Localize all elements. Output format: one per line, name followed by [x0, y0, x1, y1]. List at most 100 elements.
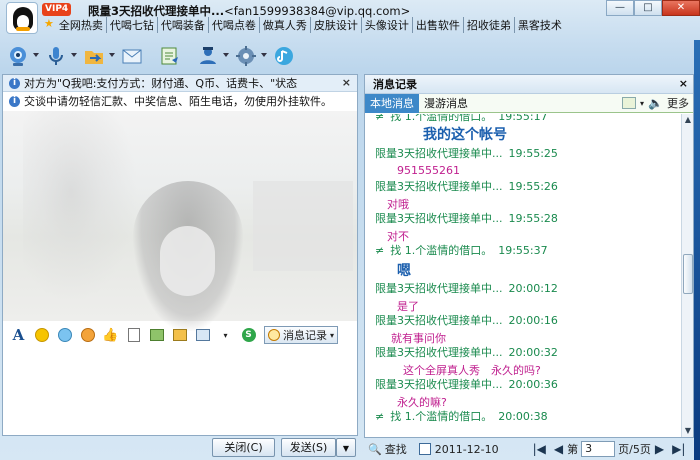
message-sender: 找 1.个滥情的借口。: [390, 410, 493, 423]
message-sender: 限量3天招收代理接单中...: [375, 346, 503, 359]
my-message-header: ≠ 找 1.个滥情的借口。 19:55:37: [375, 242, 548, 258]
screenshot-icon[interactable]: [191, 325, 214, 345]
magic-emoji-icon[interactable]: [53, 325, 76, 345]
video-call-button[interactable]: [6, 41, 44, 71]
close-history-icon[interactable]: ×: [679, 77, 688, 90]
nudge-icon[interactable]: [76, 325, 99, 345]
minimize-button[interactable]: —: [606, 0, 634, 16]
paipai-icon[interactable]: S: [237, 325, 260, 345]
music-share-icon[interactable]: [168, 325, 191, 345]
prev-page-icon[interactable]: ◀: [550, 442, 567, 456]
message-text: 嗯: [397, 263, 411, 279]
history-footer: 🔍 查找 2011-12-10 |◀ ◀ 第 3 页/5页 ▶ ▶|: [364, 438, 700, 460]
date-value: 2011-12-10: [434, 442, 499, 456]
email-icon: [122, 49, 142, 64]
contact-email: <fan1599938384@vip.qq.com>: [224, 4, 411, 18]
screenshot-options-icon[interactable]: ▾: [214, 325, 237, 345]
history-tools: ▾ 🔈 更多: [622, 95, 689, 111]
chevron-down-icon[interactable]: [71, 53, 77, 57]
send-sms-button[interactable]: [158, 41, 196, 71]
close-button[interactable]: 关闭(C): [212, 438, 275, 457]
contact-avatar[interactable]: [6, 2, 38, 34]
qq-music-button[interactable]: [272, 41, 310, 71]
info-icon: i: [9, 77, 20, 89]
scroll-up-icon[interactable]: ▲: [682, 114, 693, 126]
chevron-down-icon[interactable]: [33, 53, 39, 57]
emoji-icon[interactable]: [30, 325, 53, 345]
message-time: 20:00:38: [498, 410, 548, 423]
message-time: 20:00:12: [508, 282, 558, 295]
link-item[interactable]: 招收徒弟: [464, 17, 515, 33]
font-icon[interactable]: A: [7, 325, 30, 345]
email-button[interactable]: [120, 41, 158, 71]
message-text: 我的这个帐号: [423, 127, 507, 143]
scroll-down-icon[interactable]: ▼: [682, 425, 693, 437]
first-page-icon[interactable]: |◀: [529, 442, 550, 456]
window-close-button[interactable]: ✕: [662, 0, 700, 16]
my-message-header: ≠ 找 1.个滥情的借口。 19:55:17: [375, 114, 548, 124]
link-item[interactable]: 皮肤设计: [311, 17, 362, 33]
chat-window: VIP4 限量3天招收代理接单中...<fan1599938384@vip.qq…: [0, 0, 700, 460]
more-button[interactable]: 更多: [667, 95, 689, 111]
tab-roaming-messages[interactable]: 漫游消息: [419, 94, 473, 113]
contact-name: 限量3天招收代理接单中...: [88, 4, 225, 18]
contact-status-tip: i 对方为"Q我吧:支付方式：财付通、Q币、话费卡、"状态 ×: [3, 75, 357, 92]
close-tip-icon[interactable]: ×: [342, 76, 351, 89]
qq-penguin-icon: [13, 7, 33, 31]
link-item[interactable]: 黑客技术: [515, 17, 565, 33]
video-call-icon: [10, 47, 26, 66]
chevron-down-icon[interactable]: [223, 53, 229, 57]
history-scrollbar[interactable]: ▲ ▼: [681, 114, 693, 437]
message-sender: 限量3天招收代理接单中...: [375, 147, 503, 160]
link-item[interactable]: 出售软件: [413, 17, 464, 33]
send-button[interactable]: 发送(S): [281, 438, 336, 457]
chat-pane: i 对方为"Q我吧:支付方式：财付通、Q币、话费卡、"状态 × i 交谈中请勿轻信汇…: [2, 74, 358, 436]
tab-local-messages[interactable]: 本地消息: [365, 93, 419, 113]
image-icon[interactable]: [145, 325, 168, 345]
sender-message-header: 限量3天招收代理接单中... 19:55:26: [375, 178, 558, 194]
chevron-down-icon[interactable]: [261, 53, 267, 57]
message-record-button[interactable]: 消息记录 ▾: [264, 326, 339, 344]
vip-badge: VIP4: [42, 3, 72, 16]
create-group-icon: [200, 47, 216, 64]
last-page-icon[interactable]: ▶|: [668, 442, 689, 456]
history-header: 消息记录 ×: [365, 75, 693, 94]
message-sender: 限量3天招收代理接单中...: [375, 314, 503, 327]
app-tools-button[interactable]: [234, 41, 272, 71]
desktop-edge: [694, 40, 700, 460]
link-item[interactable]: 全网热卖: [56, 17, 107, 33]
handwriting-icon[interactable]: [122, 325, 145, 345]
calendar-icon: [418, 443, 431, 455]
message-input[interactable]: [3, 347, 357, 435]
next-page-icon[interactable]: ▶: [651, 442, 668, 456]
search-button[interactable]: 🔍 查找: [368, 441, 407, 457]
link-item[interactable]: 头像设计: [362, 17, 413, 33]
send-options-button[interactable]: ▼: [336, 438, 356, 457]
maximize-button[interactable]: □: [634, 0, 662, 16]
chevron-down-icon[interactable]: ▾: [640, 99, 644, 108]
link-item[interactable]: 代喝七钻: [107, 17, 158, 33]
message-manager-icon[interactable]: [622, 97, 637, 109]
sender-message-header: 限量3天招收代理接单中... 19:55:25: [375, 145, 558, 161]
create-group-button[interactable]: [196, 41, 234, 71]
message-time: 19:55:37: [498, 244, 548, 257]
file-transfer-button[interactable]: [82, 41, 120, 71]
speaker-icon[interactable]: 🔈: [648, 96, 663, 110]
security-warning-text: 交谈中请勿轻信汇款、中奖信息、陌生电话，勿使用外挂软件。: [24, 95, 332, 108]
thumb-up-icon[interactable]: 👍: [99, 325, 122, 345]
message-time: 20:00:32: [508, 346, 558, 359]
link-item[interactable]: 做真人秀: [260, 17, 311, 33]
scroll-thumb[interactable]: [683, 254, 693, 294]
message-list[interactable]: ≠ 找 1.个滥情的借口。 19:55:17 我的这个帐号限量3天招收代理接单中...…: [365, 114, 681, 437]
star-icon: ★: [44, 17, 54, 30]
chevron-down-icon: ▼: [342, 444, 350, 453]
app-tools-icon: [236, 46, 256, 66]
link-item[interactable]: 代喝点卷: [209, 17, 260, 33]
link-item[interactable]: 代喝装备: [158, 17, 209, 33]
page-number-input[interactable]: 3: [581, 441, 616, 457]
date-picker[interactable]: 2011-12-10: [418, 442, 499, 456]
chevron-down-icon[interactable]: [109, 53, 115, 57]
main-toolbar: [6, 40, 310, 72]
voice-call-button[interactable]: [44, 41, 82, 71]
sender-message-header: 限量3天招收代理接单中... 20:00:12: [375, 280, 558, 296]
